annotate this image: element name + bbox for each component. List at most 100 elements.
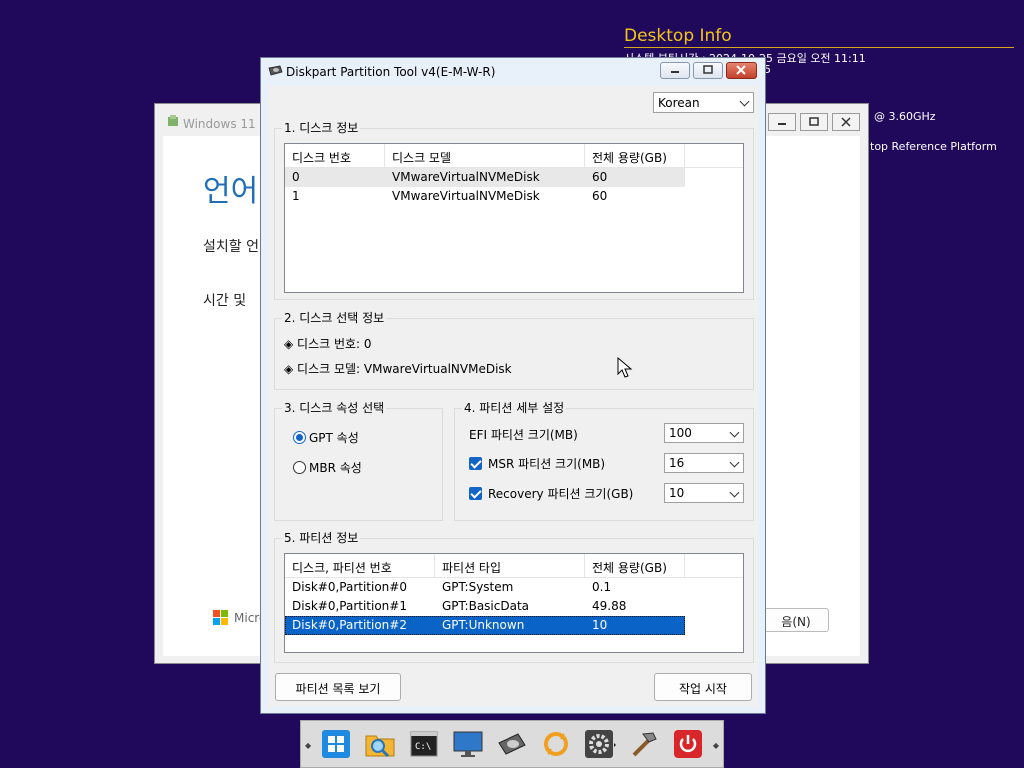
start-job-button[interactable]: 작업 시작: [654, 673, 752, 701]
disk-size-cell: 60: [592, 170, 608, 184]
recovery-size-label: Recovery 파티션 크기(GB): [488, 487, 634, 501]
column-header-disk-model[interactable]: 디스크 모델: [385, 144, 585, 167]
settings-gear-icon[interactable]: [583, 727, 617, 761]
disk-attribute-group: 3. 디스크 속성 선택 GPT 속성 MBR 속성: [274, 401, 443, 521]
disk-number-cell: 0: [292, 170, 300, 184]
msr-size-label: MSR 파티션 크기(MB): [488, 457, 606, 471]
tool-title: Diskpart Partition Tool v4(E-M-W-R): [286, 65, 496, 79]
column-header-partition-id[interactable]: 디스크, 파티션 번호: [285, 554, 435, 577]
msr-size-value: 16: [669, 456, 685, 470]
table-row[interactable]: Disk#0,Partition#1 GPT:BasicData 49.88: [285, 597, 685, 616]
power-icon[interactable]: [671, 727, 705, 761]
windows-setup-title: Windows 11 설: [183, 117, 271, 131]
column-header-partition-type[interactable]: 파티션 타입: [435, 554, 585, 577]
efi-size-select[interactable]: 100: [664, 423, 744, 443]
partition-info-list[interactable]: 디스크, 파티션 번호 파티션 타입 전체 용량(GB) Disk#0,Part…: [284, 553, 744, 653]
tool-close-button[interactable]: [726, 62, 757, 79]
hard-disk-icon[interactable]: [495, 727, 529, 761]
disk-info-list[interactable]: 디스크 번호 디스크 모델 전체 용량(GB) 0 VMwareVirtualN…: [284, 143, 744, 293]
disk-info-title: 1. 디스크 정보: [282, 121, 361, 135]
language-select-value: Korean: [658, 96, 700, 110]
setup-next-button[interactable]: 음(N): [763, 608, 829, 632]
partition-id-cell: Disk#0,Partition#2: [292, 618, 407, 632]
hard-disk-app-icon: [268, 65, 283, 76]
radio-selected-icon: [293, 431, 306, 444]
setup-maximize-button[interactable]: [800, 113, 828, 131]
close-icon: [841, 117, 851, 127]
command-prompt-icon[interactable]: C:\: [407, 727, 441, 761]
monitor-icon[interactable]: [451, 727, 485, 761]
windows-start-icon[interactable]: [319, 727, 353, 761]
mbr-radio-label: MBR 속성: [309, 461, 362, 475]
partition-id-cell: Disk#0,Partition#1: [292, 599, 407, 613]
disk-attribute-title: 3. 디스크 속성 선택: [282, 401, 387, 415]
setup-close-button[interactable]: [832, 113, 860, 131]
efi-size-value: 100: [669, 426, 692, 440]
chevron-down-icon: [729, 457, 740, 468]
svg-text:C:\: C:\: [415, 742, 431, 752]
column-header-partition-size[interactable]: 전체 용량(GB): [585, 554, 685, 577]
table-row[interactable]: 1 VMwareVirtualNVMeDisk 60: [285, 187, 685, 206]
partition-id-cell: Disk#0,Partition#0: [292, 580, 407, 594]
desktop-info-title: Desktop Info: [624, 26, 732, 46]
partition-size-cell: 10: [592, 618, 608, 632]
sync-icon[interactable]: [539, 727, 573, 761]
partition-settings-title: 4. 파티션 세부 설정: [462, 401, 567, 415]
tool-minimize-button[interactable]: [660, 62, 690, 79]
disk-model-cell: VMwareVirtualNVMeDisk: [392, 170, 540, 184]
mbr-radio[interactable]: MBR 속성: [293, 459, 362, 476]
gpt-radio-label: GPT 속성: [309, 431, 359, 445]
setup-time-format-label: 시간 및: [203, 293, 247, 309]
tools-hammer-icon[interactable]: [627, 727, 661, 761]
recovery-size-option[interactable]: Recovery 파티션 크기(GB): [469, 485, 633, 502]
minimize-icon: [671, 71, 679, 73]
recovery-size-select[interactable]: 10: [664, 483, 744, 503]
partition-type-cell: GPT:System: [442, 580, 514, 594]
desktop-info-platform: top Reference Platform: [870, 140, 997, 153]
taskbar: ◆ ◆ C:\: [300, 720, 724, 768]
column-header-disk-size[interactable]: 전체 용량(GB): [585, 144, 685, 167]
view-partition-list-button[interactable]: 파티션 목록 보기: [275, 673, 401, 701]
table-row-selected[interactable]: Disk#0,Partition#2 GPT:Unknown 10: [285, 616, 685, 635]
tool-body: Korean 1. 디스크 정보 디스크 번호 디스크 모델 전체 용량(GB)…: [268, 86, 758, 707]
chevron-down-icon: [729, 427, 740, 438]
table-row[interactable]: Disk#0,Partition#0 GPT:System 0.1: [285, 578, 685, 597]
file-explorer-icon[interactable]: [363, 727, 397, 761]
setup-app-icon: [168, 115, 178, 126]
maximize-icon: [703, 65, 713, 74]
desktop-info-cpu: @ 3.60GHz: [874, 110, 936, 123]
disk-model-cell: VMwareVirtualNVMeDisk: [392, 189, 540, 203]
tool-titlebar[interactable]: Diskpart Partition Tool v4(E-M-W-R): [261, 58, 765, 86]
efi-size-label: EFI 파티션 크기(MB): [469, 426, 578, 443]
recovery-checkbox[interactable]: [469, 487, 482, 500]
tool-maximize-button[interactable]: [693, 62, 723, 79]
setup-minimize-button[interactable]: [768, 113, 796, 131]
disk-info-header: 디스크 번호 디스크 모델 전체 용량(GB): [285, 144, 743, 168]
partition-type-cell: GPT:Unknown: [442, 618, 525, 632]
close-icon: [736, 65, 746, 75]
gpt-radio[interactable]: GPT 속성: [293, 429, 359, 446]
selected-disk-model: ◈ 디스크 모델: VMwareVirtualNVMeDisk: [284, 362, 512, 376]
msr-size-option[interactable]: MSR 파티션 크기(MB): [469, 455, 605, 472]
minimize-icon: [778, 123, 786, 125]
setup-install-language-label: 설치할 언: [203, 239, 259, 255]
disk-info-group: 1. 디스크 정보 디스크 번호 디스크 모델 전체 용량(GB) 0 VMwa…: [274, 121, 754, 300]
partition-size-cell: 0.1: [592, 580, 612, 594]
disk-number-cell: 1: [292, 189, 300, 203]
partition-info-header: 디스크, 파티션 번호 파티션 타입 전체 용량(GB): [285, 554, 743, 578]
microsoft-logo-icon: [213, 610, 228, 625]
desktop-info-divider: [624, 47, 1014, 48]
table-row[interactable]: 0 VMwareVirtualNVMeDisk 60: [285, 168, 685, 187]
disk-size-cell: 60: [592, 189, 608, 203]
diskpart-tool-window: Diskpart Partition Tool v4(E-M-W-R) Kore…: [260, 57, 766, 714]
partition-type-cell: GPT:BasicData: [442, 599, 530, 613]
disk-selection-group: 2. 디스크 선택 정보 ◈ 디스크 번호: 0 ◈ 디스크 모델: VMwar…: [274, 311, 754, 390]
efi-size-label-text: EFI 파티션 크기(MB): [469, 428, 578, 442]
language-select[interactable]: Korean: [653, 92, 754, 113]
taskbar-scroll-left-icon[interactable]: ◆: [305, 741, 311, 750]
msr-checkbox[interactable]: [469, 457, 482, 470]
column-header-disk-number[interactable]: 디스크 번호: [285, 144, 385, 167]
taskbar-scroll-right-icon[interactable]: ◆: [713, 741, 719, 750]
msr-size-select[interactable]: 16: [664, 453, 744, 473]
disk-selection-title: 2. 디스크 선택 정보: [282, 311, 387, 325]
